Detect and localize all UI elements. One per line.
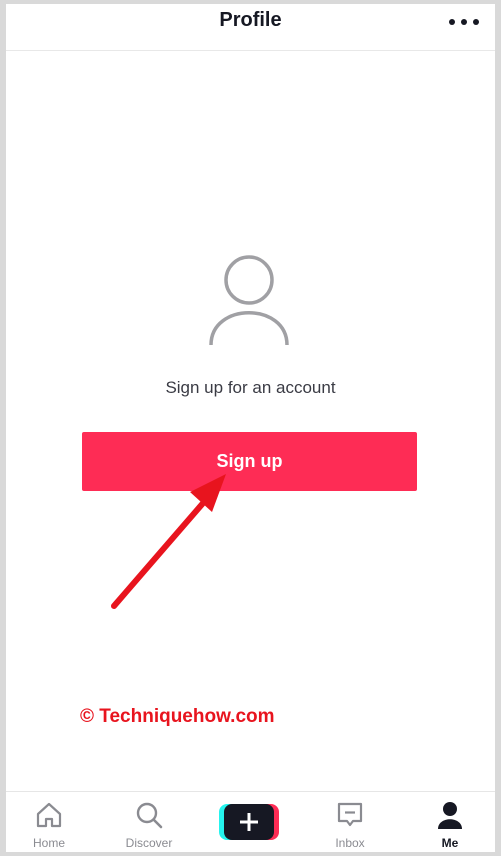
tab-label: Me [441,836,459,850]
page-title: Profile [219,9,282,31]
tab-home[interactable]: Home [9,792,89,852]
home-icon [36,802,62,828]
search-icon [136,802,163,829]
signup-prompt: Sign up for an account [165,378,336,397]
person-icon [438,802,462,829]
dot [461,19,467,25]
dot [449,19,455,25]
bottom-tab-bar: Home Discover Inbox Me [6,791,495,852]
watermark-text: © Techniquehow.com [80,706,275,727]
top-bar: Profile [6,4,495,51]
create-button-face [224,804,274,840]
plus-icon [240,813,258,831]
tab-inbox[interactable]: Inbox [310,792,390,852]
phone-screen: Profile Sign up for an account Sign up ©… [6,4,495,852]
tab-discover[interactable]: Discover [109,792,189,852]
tab-label: Home [32,836,65,850]
dot [473,19,479,25]
more-options-icon[interactable] [449,14,479,30]
tab-label: Discover [125,836,173,850]
tab-label: Inbox [335,836,365,850]
create-button[interactable] [219,804,279,840]
user-placeholder-icon [209,255,289,346]
inbox-icon [337,802,363,827]
annotation-arrow [111,474,226,609]
tab-me[interactable]: Me [410,792,490,852]
